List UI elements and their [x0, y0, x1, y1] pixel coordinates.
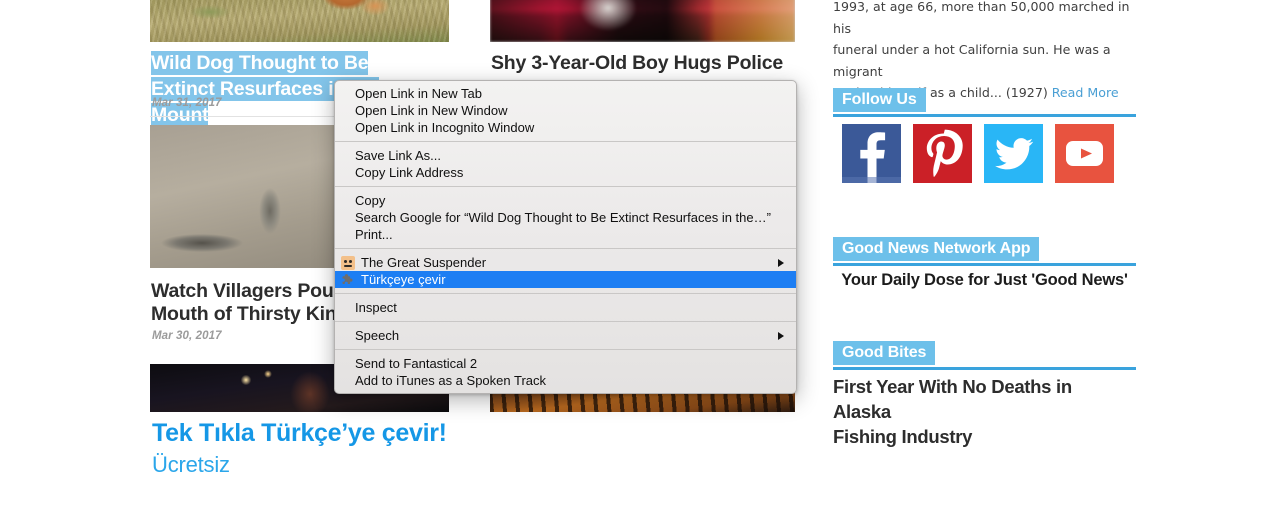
menu-item-inspect[interactable]: Inspect — [335, 299, 796, 316]
menu-item-label: Print... — [355, 227, 393, 242]
promo-overlay: Tek Tıkla Türkçe’ye çevir! Ücretsiz — [152, 418, 447, 480]
article-date-wild-dog: Mar 31, 2017 — [152, 97, 222, 109]
menu-item-speech[interactable]: Speech — [335, 327, 796, 344]
menu-item-label: Türkçeye çevir — [361, 272, 446, 287]
menu-separator — [335, 186, 796, 187]
menu-item-open-link-incognito[interactable]: Open Link in Incognito Window — [335, 119, 796, 136]
page-root: Wild Dog Thought to Be Extinct Resurface… — [0, 0, 1280, 512]
menu-item-label: Save Link As... — [355, 148, 441, 163]
menu-item-save-link-as[interactable]: Save Link As... — [335, 147, 796, 164]
social-links — [842, 124, 1114, 183]
menu-separator — [335, 248, 796, 249]
widget-title-good-bites: Good Bites — [833, 341, 936, 365]
excerpt-line-1: 1993, at age 66, more than 50,000 marche… — [833, 0, 1130, 36]
menu-item-add-to-itunes[interactable]: Add to iTunes as a Spoken Track — [335, 372, 796, 389]
menu-separator — [335, 349, 796, 350]
menu-item-label: Speech — [355, 328, 400, 343]
menu-item-open-link-new-window[interactable]: Open Link in New Window — [335, 102, 796, 119]
article-thumbnail-wild-dog[interactable] — [150, 0, 449, 42]
menu-item-label: Open Link in Incognito Window — [355, 120, 535, 135]
menu-item-label: The Great Suspender — [361, 255, 487, 270]
wild-dog-image — [150, 0, 449, 42]
promo-title: Tek Tıkla Türkçe’ye çevir! — [152, 419, 447, 447]
menu-item-copy[interactable]: Copy — [335, 192, 796, 209]
menu-item-send-to-fantastical[interactable]: Send to Fantastical 2 — [335, 355, 796, 372]
widget-title-gnn-app: Good News Network App — [833, 237, 1040, 261]
chevron-right-icon — [778, 258, 784, 267]
widget-header-follow-us: Follow Us — [833, 88, 1136, 117]
menu-item-label: Search Google for “Wild Dog Thought to B… — [355, 210, 771, 225]
menu-item-turkceye-cevir[interactable]: Türkçeye çevir — [335, 271, 796, 288]
widget-header-good-bites: Good Bites — [833, 341, 1136, 370]
widget-title-follow-us: Follow Us — [833, 88, 926, 112]
context-menu[interactable]: Open Link in New Tab Open Link in New Wi… — [334, 80, 797, 394]
good-bites-item-line2: Fishing Industry — [833, 426, 973, 447]
menu-item-label: Add to iTunes as a Spoken Track — [355, 373, 547, 388]
youtube-icon[interactable] — [1055, 124, 1114, 183]
menu-item-label: Inspect — [355, 300, 397, 315]
menu-separator — [335, 321, 796, 322]
app-tagline: Your Daily Dose for Just 'Good News' — [841, 271, 1128, 289]
good-bites-item[interactable]: First Year With No Deaths in Alaska Fish… — [833, 374, 1133, 449]
office-image — [490, 0, 795, 42]
good-bites-item-line1: First Year With No Deaths in Alaska — [833, 376, 1072, 422]
excerpt-line-2: funeral under a hot California sun. He w… — [833, 42, 1111, 79]
menu-item-search-google[interactable]: Search Google for “Wild Dog Thought to B… — [335, 209, 796, 226]
widget-header-gnn-app: Good News Network App — [833, 237, 1136, 266]
twitter-icon[interactable] — [984, 124, 1043, 183]
menu-item-label: Copy — [355, 193, 386, 208]
menu-item-open-link-new-tab[interactable]: Open Link in New Tab — [335, 85, 796, 102]
menu-item-label: Send to Fantastical 2 — [355, 356, 478, 371]
promo-subtitle: Ücretsiz — [152, 452, 230, 477]
facebook-icon[interactable] — [842, 124, 901, 183]
menu-item-print[interactable]: Print... — [335, 226, 796, 243]
pinterest-icon[interactable] — [913, 124, 972, 183]
menu-item-label: Copy Link Address — [355, 165, 464, 180]
menu-separator — [335, 293, 796, 294]
widget-good-bites: Good Bites First Year With No Deaths in … — [833, 341, 1136, 447]
menu-separator — [335, 141, 796, 142]
menu-item-label: Open Link in New Tab — [355, 86, 482, 101]
article-date-cobra: Mar 30, 2017 — [152, 330, 222, 342]
chevron-right-icon — [778, 331, 784, 340]
suspender-icon — [341, 255, 355, 270]
menu-item-label: Open Link in New Window — [355, 103, 508, 118]
widget-gnn-app: Good News Network App Your Daily Dose fo… — [833, 237, 1136, 307]
puzzle-piece-icon — [341, 273, 355, 287]
article-thumbnail-police[interactable] — [490, 0, 795, 42]
menu-item-the-great-suspender[interactable]: The Great Suspender — [335, 254, 796, 271]
menu-item-copy-link-address[interactable]: Copy Link Address — [335, 164, 796, 181]
widget-follow-us: Follow Us — [833, 88, 1136, 208]
